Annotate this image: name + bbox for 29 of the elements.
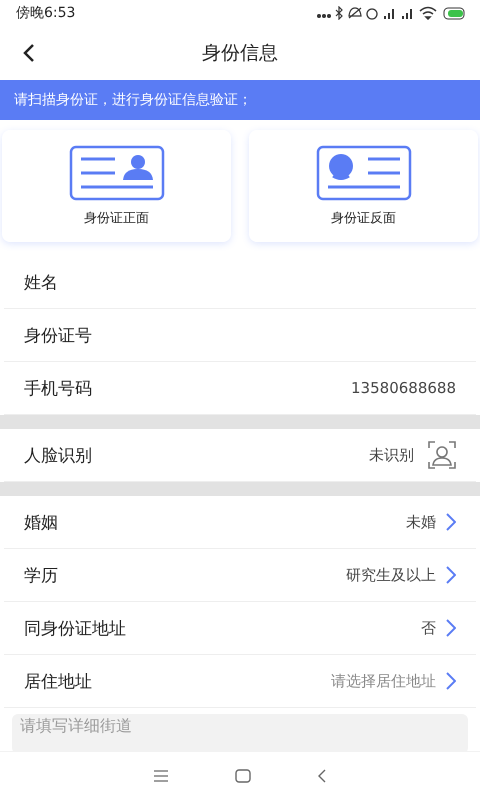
notice-banner: 请扫描身份证，进行身份证信息验证； (0, 80, 480, 120)
id-card-front-icon (68, 145, 164, 201)
home-icon[interactable] (235, 769, 251, 783)
page-title: 身份信息 (202, 41, 278, 66)
chevron-right-icon (446, 619, 456, 637)
row-label[interactable]: 人脸识别 (24, 444, 369, 466)
id-card-upload-button[interactable]: 身份证反面 (249, 130, 478, 242)
menu-icon[interactable] (153, 770, 169, 782)
row-label[interactable]: 婚姻 (24, 510, 406, 534)
chevron-right-icon (446, 672, 456, 690)
row-value: 请选择居住地址 (331, 672, 436, 690)
status-time: 傍晚6:53 (16, 4, 76, 22)
id-card-upload-button[interactable]: 身份证正面 (2, 130, 231, 242)
row-value: 未识别 (369, 446, 414, 464)
row-label[interactable]: 居住地址 (24, 670, 331, 692)
row-value: 13580688688 (351, 379, 456, 397)
row-value: 未婚 (406, 512, 436, 532)
row-value: 否 (421, 618, 436, 638)
id-card-back-icon (316, 145, 412, 201)
row-value: 研究生及以上 (346, 566, 436, 584)
chevron-right-icon (446, 566, 456, 584)
face-scan-icon[interactable] (428, 441, 456, 469)
row-label: 手机号码 (24, 378, 93, 400)
row-label[interactable]: 同身份证地址 (24, 616, 421, 640)
row-label: 姓名 (24, 272, 59, 294)
row-label[interactable]: 学历 (24, 564, 346, 586)
row-label: 身份证号 (24, 324, 93, 346)
street-input-field[interactable]: 请填写详细街道 (12, 714, 468, 752)
chevron-right-icon (446, 513, 456, 531)
